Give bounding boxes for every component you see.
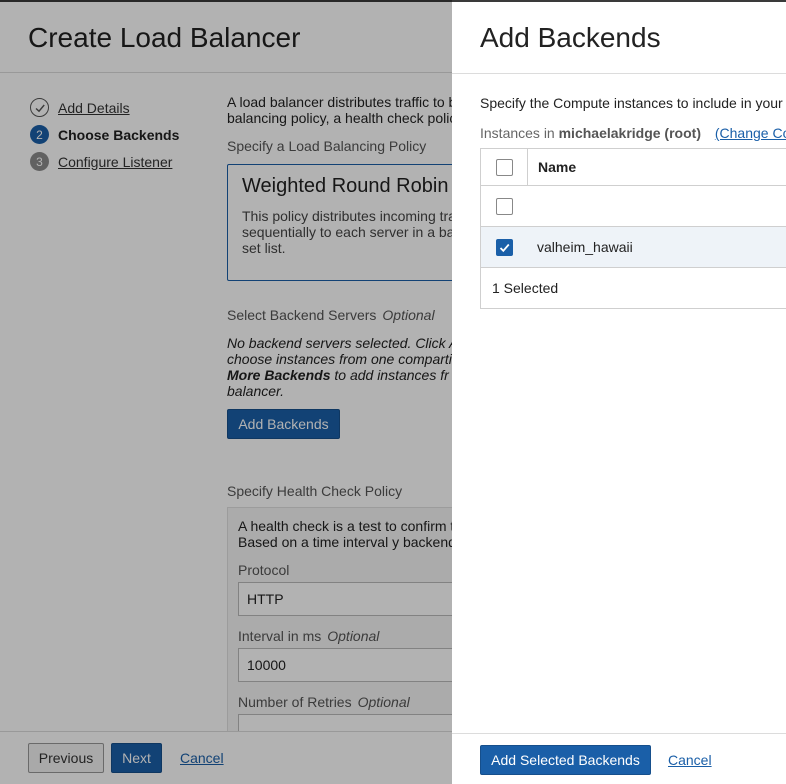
checkmark-icon — [499, 243, 510, 252]
select-all-checkbox[interactable] — [495, 158, 513, 176]
instance-name: valheim_hawaii — [537, 239, 633, 255]
panel-cancel-link[interactable]: Cancel — [668, 752, 712, 768]
row-check-cell — [481, 186, 528, 226]
panel-footer: Add Selected Backends Cancel — [452, 733, 786, 784]
panel-header: Add Backends — [452, 2, 786, 74]
change-compartment-link[interactable]: (Change Co — [715, 125, 786, 141]
selected-count: 1 Selected — [492, 280, 559, 296]
column-header-name[interactable]: Name — [528, 159, 576, 175]
select-all-cell — [481, 149, 528, 185]
row-checkbox[interactable] — [496, 238, 513, 256]
row-check-cell — [481, 227, 528, 267]
table-header: Name — [481, 149, 786, 186]
compartment-name: michaelakridge (root) — [558, 125, 701, 141]
compartment-info: Instances in michaelakridge (root) (Chan… — [480, 125, 786, 141]
add-selected-backends-button[interactable]: Add Selected Backends — [480, 745, 651, 775]
table-row[interactable]: valheim_hawaii — [481, 227, 786, 268]
add-backends-panel: Add Backends Specify the Compute instanc… — [452, 0, 786, 784]
panel-description: Specify the Compute instances to include… — [480, 95, 783, 111]
compartment-prefix: Instances in — [480, 125, 555, 141]
panel-title: Add Backends — [480, 22, 661, 53]
table-row[interactable] — [481, 186, 786, 227]
row-checkbox[interactable] — [496, 197, 513, 215]
instances-table: Name valheim_hawaii 1 Selected — [480, 148, 786, 309]
